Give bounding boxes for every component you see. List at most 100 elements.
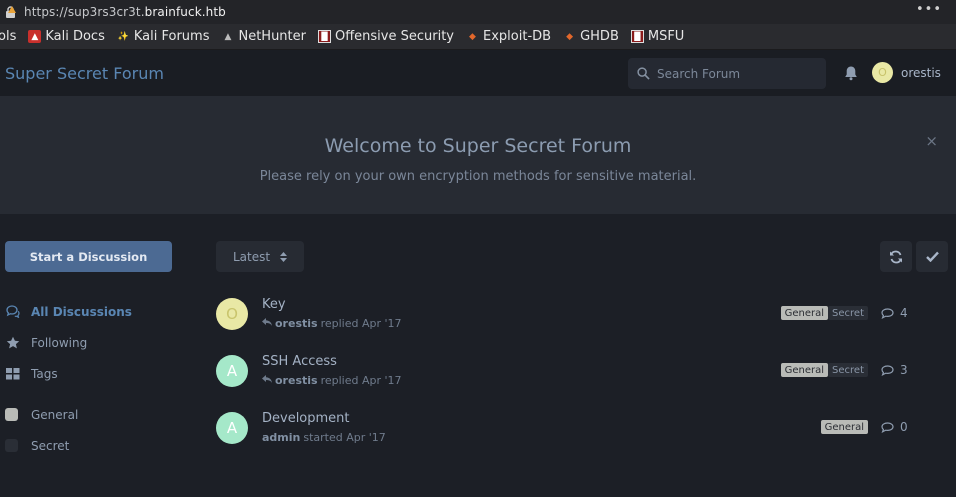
nethunter-icon: ▲ xyxy=(224,31,232,42)
discussion-meta: orestis replied Apr '17 xyxy=(262,317,402,330)
discussion-user[interactable]: admin xyxy=(262,431,300,444)
bookmark-kali-docs[interactable]: ▲ Kali Docs xyxy=(28,29,105,44)
bookmark-label: NetHunter xyxy=(238,29,306,44)
discussion-item[interactable]: A Development admin started Apr '17 General 0 xyxy=(216,410,916,460)
sort-label: Latest xyxy=(232,249,271,264)
bookmark-label: GHDB xyxy=(580,29,619,44)
bookmark-label: ols xyxy=(0,29,17,44)
tag-badge[interactable]: Secret xyxy=(828,306,868,320)
sidebar-item-tags[interactable]: Tags xyxy=(6,358,132,389)
bookmark-msfu[interactable]: █ MSFU xyxy=(630,29,685,44)
bookmark-label: Kali Forums xyxy=(133,29,210,44)
start-discussion-button[interactable]: Start a Discussion xyxy=(5,241,172,272)
sidebar-item-label: All Discussions xyxy=(31,304,132,319)
bookmark-label: Exploit-DB xyxy=(483,29,552,44)
forum-header: Super Secret Forum Search Forum O oresti… xyxy=(0,50,956,96)
bookmark-kali-forums[interactable]: ✨ Kali Forums xyxy=(117,29,210,44)
browser-url-bar[interactable]: https://sup3rs3cr3t.brainfuck.htb ••• xyxy=(0,0,956,24)
tags-icon xyxy=(6,367,20,381)
sidebar-tag-secret[interactable]: Secret xyxy=(5,430,78,461)
bookmark-label: Kali Docs xyxy=(45,29,105,44)
tag-color-swatch xyxy=(5,439,18,452)
bookmark-label: Offensive Security xyxy=(334,29,455,44)
forum-brand[interactable]: Super Secret Forum xyxy=(5,64,164,83)
lock-warning-icon[interactable] xyxy=(0,6,20,18)
comment-icon xyxy=(881,364,894,376)
hero-title: Welcome to Super Secret Forum xyxy=(324,135,632,157)
sidebar-tag-general[interactable]: General xyxy=(5,399,78,430)
sort-dropdown[interactable]: Latest xyxy=(216,241,304,272)
discussion-tags: General Secret xyxy=(780,306,868,320)
mark-all-read-button[interactable] xyxy=(916,241,948,272)
username: orestis xyxy=(901,65,941,80)
discussion-item[interactable]: A SSH Access orestis replied Apr '17 General… xyxy=(216,353,916,403)
url-host: brainfuck.htb xyxy=(144,5,226,19)
discussion-item[interactable]: O Key orestis replied Apr '17 General Secret 4 xyxy=(216,296,916,346)
discussion-meta: orestis replied Apr '17 xyxy=(262,374,402,387)
offsec-icon: █ xyxy=(317,30,331,43)
url-text[interactable]: https://sup3rs3cr3t.brainfuck.htb xyxy=(24,5,226,19)
discussion-title[interactable]: SSH Access xyxy=(262,354,337,369)
sidebar-item-label: Tags xyxy=(31,366,58,381)
reply-icon xyxy=(262,375,272,386)
reply-count-value: 4 xyxy=(900,306,908,320)
search-input[interactable]: Search Forum xyxy=(628,58,826,89)
tag-badge[interactable]: General xyxy=(780,363,829,377)
check-icon xyxy=(925,251,939,262)
msfu-icon: █ xyxy=(630,30,644,43)
reply-count: 0 xyxy=(881,420,908,434)
bookmarks-toolbar: ols ▲ Kali Docs ✨ Kali Forums ▲ NetHunter █… xyxy=(0,24,956,50)
tag-color-swatch xyxy=(5,408,18,421)
notifications-bell-icon[interactable] xyxy=(843,65,859,81)
discussion-meta: admin started Apr '17 xyxy=(262,431,386,444)
user-menu[interactable]: O orestis xyxy=(872,62,941,83)
welcome-hero: Welcome to Super Secret Forum Please rel… xyxy=(0,96,956,214)
discussion-title[interactable]: Development xyxy=(262,411,350,426)
bookmark-nethunter[interactable]: ▲ NetHunter xyxy=(221,29,306,44)
search-placeholder: Search Forum xyxy=(657,66,741,81)
discussion-action: replied Apr '17 xyxy=(320,374,402,387)
avatar[interactable]: O xyxy=(216,298,248,330)
comments-icon xyxy=(6,305,20,319)
avatar[interactable]: A xyxy=(216,355,248,387)
reply-count-value: 0 xyxy=(900,420,908,434)
bookmark-label: MSFU xyxy=(647,29,685,44)
discussion-user[interactable]: orestis xyxy=(275,374,318,387)
refresh-button[interactable] xyxy=(880,241,912,272)
search-icon xyxy=(637,67,650,80)
tag-badge[interactable]: Secret xyxy=(828,363,868,377)
sidebar-nav: All Discussions Following Tags xyxy=(6,296,132,389)
tag-badge[interactable]: General xyxy=(780,306,829,320)
exploitdb-icon: ◆ xyxy=(469,31,476,42)
sidebar-tag-label: General xyxy=(31,407,79,422)
sidebar-item-all-discussions[interactable]: All Discussions xyxy=(6,296,132,327)
kali-docs-icon: ▲ xyxy=(28,30,42,43)
tag-badge[interactable]: General xyxy=(820,420,868,434)
sidebar-tag-list: General Secret xyxy=(5,399,78,461)
url-prefix: https://sup3rs3cr3t. xyxy=(24,5,145,19)
discussion-tags: General xyxy=(820,420,868,434)
sidebar-item-following[interactable]: Following xyxy=(6,327,132,358)
discussion-tags: General Secret xyxy=(780,363,868,377)
discussion-user[interactable]: orestis xyxy=(275,317,318,330)
hero-subtitle: Please rely on your own encryption metho… xyxy=(259,169,697,184)
sidebar-tag-label: Secret xyxy=(31,438,70,453)
bookmark-ghdb[interactable]: ◆ GHDB xyxy=(563,29,619,44)
kali-forums-icon: ✨ xyxy=(117,31,129,42)
avatar: O xyxy=(872,62,893,83)
bookmark-exploit-db[interactable]: ◆ Exploit-DB xyxy=(466,29,551,44)
discussion-action: started Apr '17 xyxy=(303,431,386,444)
sort-caret-icon xyxy=(280,251,288,262)
bookmark-tools[interactable]: ols xyxy=(0,29,16,44)
bookmark-offensive-security[interactable]: █ Offensive Security xyxy=(317,29,455,44)
page-actions-menu-icon[interactable]: ••• xyxy=(916,2,942,17)
reply-count-value: 3 xyxy=(900,363,908,377)
reply-icon xyxy=(262,318,272,329)
star-icon xyxy=(6,336,20,350)
avatar[interactable]: A xyxy=(216,412,248,444)
refresh-icon xyxy=(890,250,902,263)
close-icon[interactable]: × xyxy=(925,132,938,150)
reply-count: 4 xyxy=(881,306,908,320)
reply-count: 3 xyxy=(881,363,908,377)
discussion-title[interactable]: Key xyxy=(262,297,286,312)
